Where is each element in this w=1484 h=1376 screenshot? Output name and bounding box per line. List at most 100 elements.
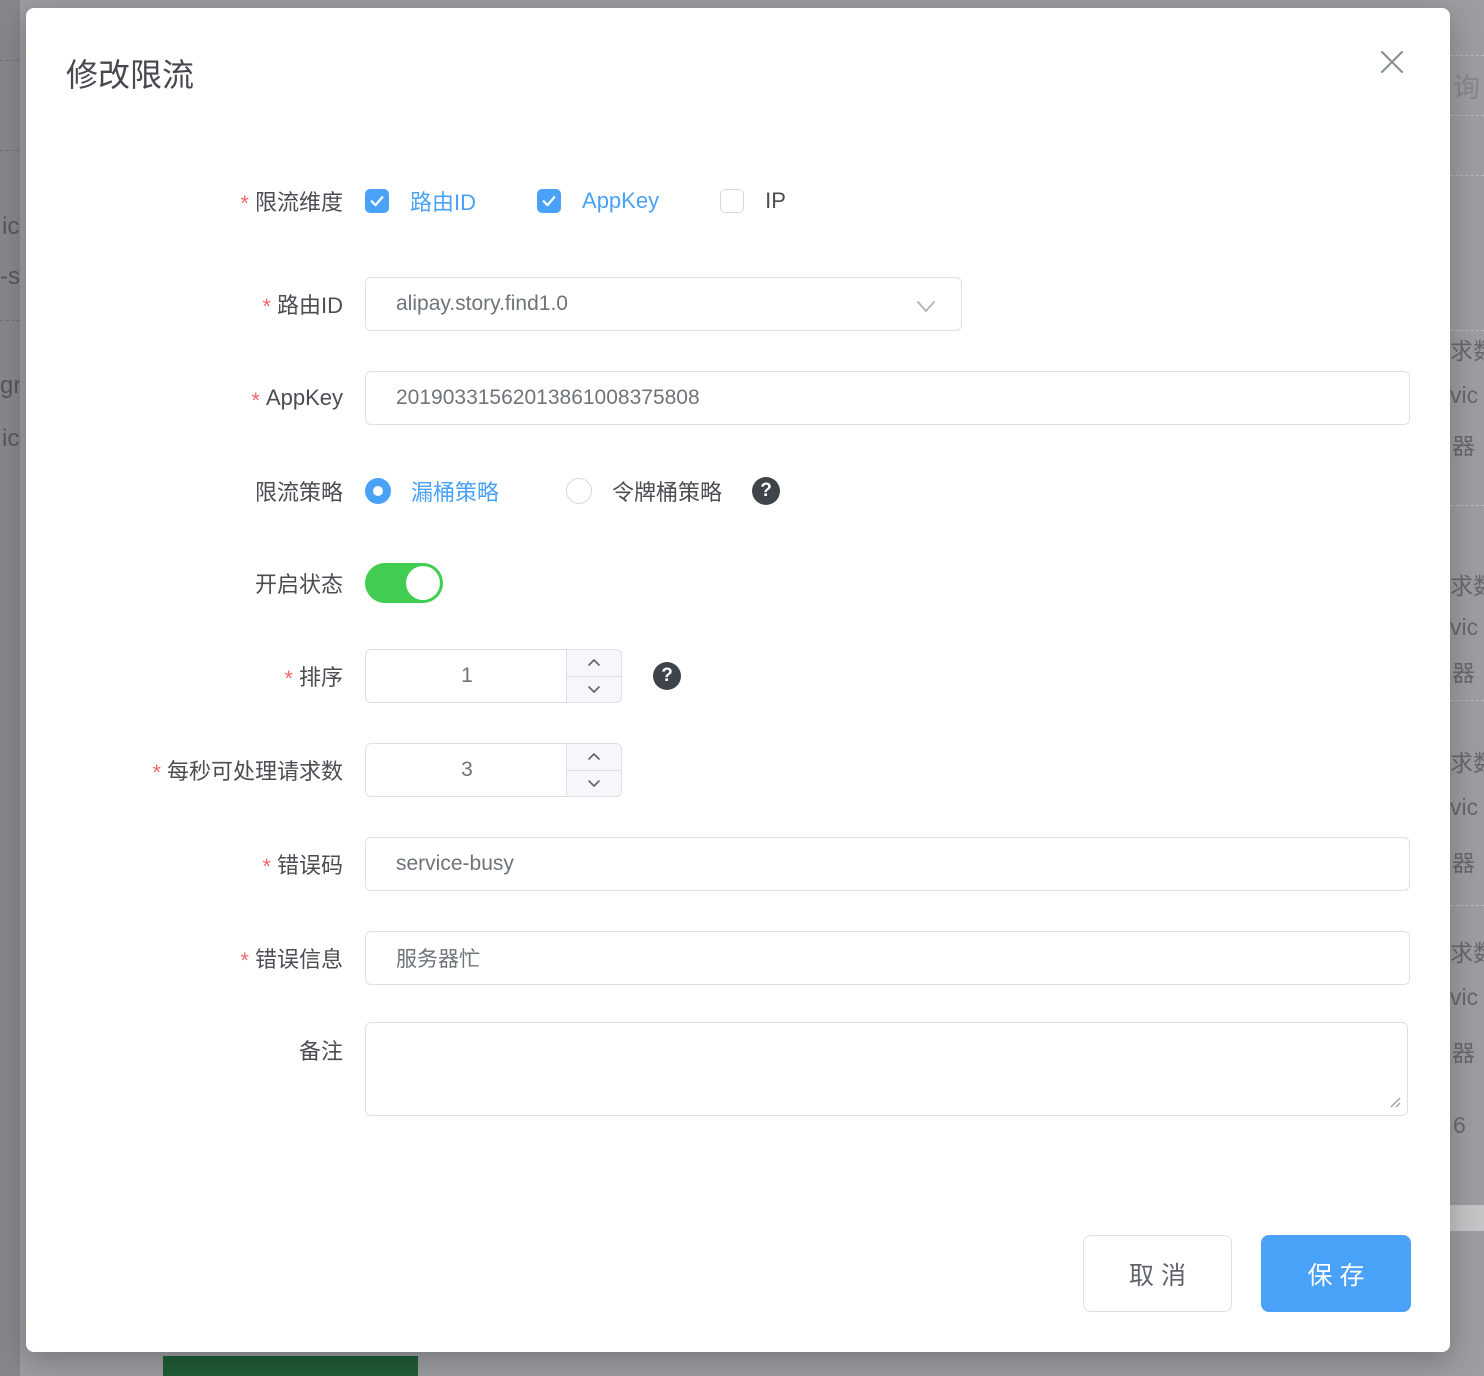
field-row-qps: * 每秒可处理请求数 3 — [26, 743, 1450, 797]
checkbox-appkey-label[interactable]: AppKey — [582, 188, 659, 214]
field-row-enabled: 开启状态 — [26, 563, 1450, 603]
required-marker: * — [152, 754, 161, 786]
strategy-label: 限流策略 — [26, 476, 343, 506]
enabled-label-text: 开启状态 — [255, 567, 343, 599]
radio-token-bucket[interactable] — [566, 478, 592, 504]
bg-text-fragment: 器 — [1452, 1034, 1475, 1068]
bg-divider — [0, 320, 20, 321]
bg-text-fragment: 6 — [1453, 1112, 1466, 1139]
bg-text-fragment: vic — [1450, 614, 1478, 641]
bg-divider — [1450, 505, 1484, 506]
checkbox-route-id[interactable] — [365, 189, 389, 213]
bg-divider — [1450, 175, 1484, 176]
sort-help-icon[interactable]: ? — [653, 662, 681, 690]
enabled-label: 开启状态 — [26, 563, 343, 603]
bg-text-fragment: gn — [0, 372, 20, 400]
qps-stepper — [566, 744, 621, 796]
qps-number-input[interactable]: 3 — [365, 743, 622, 797]
dimension-checkbox-group: 路由ID AppKey IP — [365, 187, 786, 215]
dimmed-left-sidebar: ic -s gn ic — [0, 0, 20, 1376]
strategy-radio-group: 漏桶策略 令牌桶策略 ? — [365, 476, 780, 506]
bg-text-fragment: 求数 — [1450, 744, 1484, 778]
radio-token-bucket-label[interactable]: 令牌桶策略 — [612, 475, 722, 507]
bg-text-fragment: ic — [2, 425, 19, 453]
error-code-label: * 错误码 — [26, 837, 343, 891]
close-icon — [1379, 49, 1405, 75]
field-row-error-message: * 错误信息 — [26, 931, 1450, 985]
step-up-button[interactable] — [567, 650, 621, 677]
route-id-select[interactable]: alipay.story.find1.0 — [365, 277, 962, 331]
bg-text-fragment: 求数 — [1450, 934, 1484, 968]
error-code-input[interactable] — [365, 837, 1410, 891]
step-up-button[interactable] — [567, 744, 621, 771]
required-marker: * — [251, 382, 260, 414]
bg-divider — [1450, 330, 1484, 331]
checkbox-ip[interactable] — [720, 189, 744, 213]
checkbox-ip-label[interactable]: IP — [765, 188, 786, 214]
check-icon — [540, 192, 558, 210]
enabled-toggle[interactable] — [365, 563, 443, 603]
field-row-remark: 备注 — [26, 1022, 1450, 1116]
close-button[interactable] — [1374, 44, 1410, 80]
sort-value: 1 — [366, 650, 568, 702]
bg-text-fragment: vic — [1450, 382, 1478, 409]
remark-textarea[interactable] — [365, 1022, 1408, 1116]
field-row-sort: * 排序 1 ? — [26, 649, 1450, 703]
cancel-button[interactable]: 取 消 — [1083, 1235, 1232, 1312]
qps-value: 3 — [366, 744, 568, 796]
chevron-up-icon — [587, 752, 601, 761]
strategy-help-icon[interactable]: ? — [752, 477, 780, 505]
dimension-label-text: 限流维度 — [255, 185, 343, 217]
toggle-knob — [406, 566, 440, 600]
appkey-label: * AppKey — [26, 371, 343, 425]
required-marker: * — [240, 942, 249, 974]
sort-label-text: 排序 — [299, 660, 343, 692]
field-row-route-id: * 路由ID alipay.story.find1.0 — [26, 277, 1450, 331]
bg-divider — [1450, 905, 1484, 906]
bg-text-fragment: vic — [1450, 794, 1478, 821]
chevron-down-icon — [587, 779, 601, 788]
checkbox-route-id-label[interactable]: 路由ID — [410, 185, 476, 217]
check-icon — [368, 192, 386, 210]
step-down-button[interactable] — [567, 771, 621, 797]
strategy-label-text: 限流策略 — [255, 475, 343, 507]
qps-label: * 每秒可处理请求数 — [26, 743, 343, 797]
checkbox-appkey[interactable] — [537, 189, 561, 213]
bg-divider — [1450, 115, 1484, 116]
bg-divider — [1450, 700, 1484, 701]
error-message-label: * 错误信息 — [26, 931, 343, 985]
field-row-strategy: 限流策略 漏桶策略 令牌桶策略 ? — [26, 476, 1450, 506]
bg-divider — [1450, 55, 1484, 56]
bg-text-fragment: 器 — [1452, 654, 1475, 688]
bg-text-fragment: 求数 — [1450, 332, 1484, 366]
field-row-error-code: * 错误码 — [26, 837, 1450, 891]
dimension-label: * 限流维度 — [26, 187, 343, 215]
field-row-appkey: * AppKey — [26, 371, 1450, 425]
route-id-label-text: 路由ID — [277, 288, 343, 320]
remark-label: 备注 — [26, 1030, 343, 1070]
field-row-dimension: * 限流维度 路由ID AppKey IP — [26, 187, 1450, 215]
bg-text-fragment: ic — [2, 213, 19, 241]
bg-green-bar — [163, 1356, 418, 1376]
bg-text-fragment: 询 — [1453, 66, 1480, 105]
required-marker: * — [240, 185, 249, 217]
save-button[interactable]: 保 存 — [1261, 1235, 1411, 1312]
edit-rate-limit-dialog: 修改限流 * 限流维度 路由ID — [26, 8, 1450, 1352]
radio-leaky-bucket-label[interactable]: 漏桶策略 — [411, 475, 499, 507]
sort-label: * 排序 — [26, 649, 343, 703]
qps-label-text: 每秒可处理请求数 — [167, 754, 343, 786]
dialog-title: 修改限流 — [66, 50, 194, 96]
sort-stepper — [566, 650, 621, 702]
error-message-input[interactable] — [365, 931, 1410, 985]
remark-label-text: 备注 — [299, 1034, 343, 1066]
radio-leaky-bucket[interactable] — [365, 478, 391, 504]
bg-text-fragment: vic — [1450, 984, 1478, 1011]
required-marker: * — [262, 288, 271, 320]
sort-number-input[interactable]: 1 — [365, 649, 622, 703]
chevron-down-icon — [587, 685, 601, 694]
bg-text-fragment: -s — [0, 263, 20, 291]
bg-table-row-band — [1450, 1205, 1484, 1231]
appkey-input[interactable] — [365, 371, 1410, 425]
step-down-button[interactable] — [567, 677, 621, 703]
bg-text-fragment: 求数 — [1450, 567, 1484, 601]
